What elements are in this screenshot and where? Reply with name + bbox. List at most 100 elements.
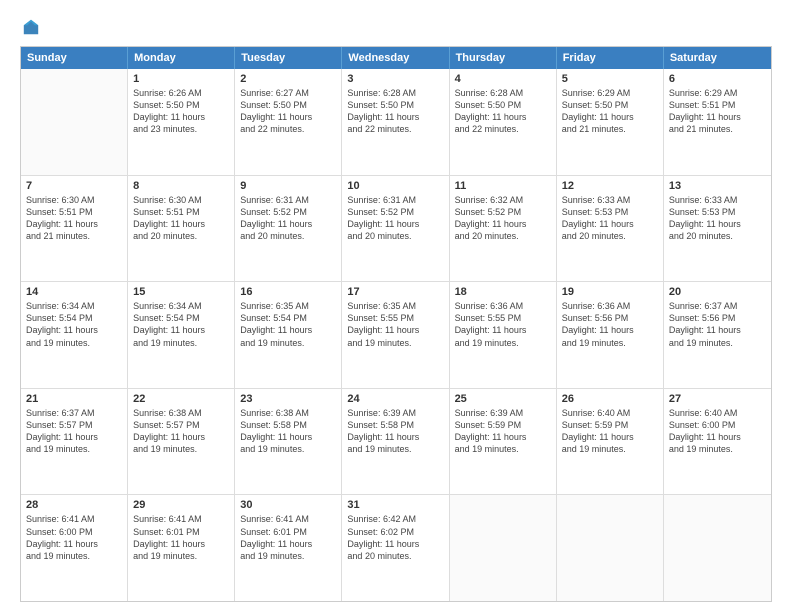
cal-cell-4-3: 31 Sunrise: 6:42 AM Sunset: 6:02 PM Dayli… xyxy=(342,495,449,601)
day-number: 30 xyxy=(240,499,336,511)
day-number: 3 xyxy=(347,73,443,85)
header-thursday: Thursday xyxy=(450,47,557,69)
cell-info: Sunrise: 6:41 AM Sunset: 6:00 PM Dayligh… xyxy=(26,513,122,562)
header-friday: Friday xyxy=(557,47,664,69)
day-number: 16 xyxy=(240,286,336,298)
cell-info: Sunrise: 6:31 AM Sunset: 5:52 PM Dayligh… xyxy=(240,194,336,243)
header-monday: Monday xyxy=(128,47,235,69)
day-number: 5 xyxy=(562,73,658,85)
cal-cell-4-1: 29Sunrise: 6:41 AM Sunset: 6:01 PM Dayli… xyxy=(128,495,235,601)
cal-cell-3-1: 22Sunrise: 6:38 AM Sunset: 5:57 PM Dayli… xyxy=(128,389,235,495)
cell-info: Sunrise: 6:28 AM Sunset: 5:50 PM Dayligh… xyxy=(347,87,443,136)
cal-cell-2-0: 14 Sunrise: 6:34 AM Sunset: 5:54 PM Dayli… xyxy=(21,282,128,388)
calendar-row-1: 7 Sunrise: 6:30 AM Sunset: 5:51 PM Daylig… xyxy=(21,176,771,283)
logo xyxy=(20,18,40,36)
day-number: 20 xyxy=(669,286,766,298)
cell-info: Sunrise: 6:42 AM Sunset: 6:02 PM Dayligh… xyxy=(347,513,443,562)
cell-info: Sunrise: 6:29 AM Sunset: 5:51 PM Dayligh… xyxy=(669,87,766,136)
day-number: 21 xyxy=(26,393,122,405)
cell-info: Sunrise: 6:35 AM Sunset: 5:54 PM Dayligh… xyxy=(240,300,336,349)
day-number: 7 xyxy=(26,180,122,192)
cal-cell-0-5: 5Sunrise: 6:29 AM Sunset: 5:50 PM Daylig… xyxy=(557,69,664,175)
cell-info: Sunrise: 6:34 AM Sunset: 5:54 PM Dayligh… xyxy=(133,300,229,349)
cal-cell-1-5: 12 Sunrise: 6:33 AM Sunset: 5:53 PM Dayli… xyxy=(557,176,664,282)
cal-cell-0-6: 6 Sunrise: 6:29 AM Sunset: 5:51 PM Daylig… xyxy=(664,69,771,175)
cal-cell-3-6: 27 Sunrise: 6:40 AM Sunset: 6:00 PM Dayli… xyxy=(664,389,771,495)
header-saturday: Saturday xyxy=(664,47,771,69)
calendar-row-3: 21 Sunrise: 6:37 AM Sunset: 5:57 PM Dayli… xyxy=(21,389,771,496)
day-number: 6 xyxy=(669,73,766,85)
cell-info: Sunrise: 6:30 AM Sunset: 5:51 PM Dayligh… xyxy=(26,194,122,243)
header-sunday: Sunday xyxy=(21,47,128,69)
day-number: 27 xyxy=(669,393,766,405)
calendar-row-0: 1Sunrise: 6:26 AM Sunset: 5:50 PM Daylig… xyxy=(21,69,771,176)
cal-cell-1-1: 8 Sunrise: 6:30 AM Sunset: 5:51 PM Daylig… xyxy=(128,176,235,282)
cal-cell-2-2: 16 Sunrise: 6:35 AM Sunset: 5:54 PM Dayli… xyxy=(235,282,342,388)
day-number: 12 xyxy=(562,180,658,192)
day-number: 13 xyxy=(669,180,766,192)
cal-cell-0-3: 3 Sunrise: 6:28 AM Sunset: 5:50 PM Daylig… xyxy=(342,69,449,175)
cal-cell-4-0: 28Sunrise: 6:41 AM Sunset: 6:00 PM Dayli… xyxy=(21,495,128,601)
cell-info: Sunrise: 6:40 AM Sunset: 6:00 PM Dayligh… xyxy=(669,407,766,456)
cal-cell-0-0 xyxy=(21,69,128,175)
cal-cell-1-0: 7 Sunrise: 6:30 AM Sunset: 5:51 PM Daylig… xyxy=(21,176,128,282)
day-number: 17 xyxy=(347,286,443,298)
day-number: 9 xyxy=(240,180,336,192)
cell-info: Sunrise: 6:26 AM Sunset: 5:50 PM Dayligh… xyxy=(133,87,229,136)
day-number: 14 xyxy=(26,286,122,298)
cal-cell-3-0: 21 Sunrise: 6:37 AM Sunset: 5:57 PM Dayli… xyxy=(21,389,128,495)
cell-info: Sunrise: 6:37 AM Sunset: 5:57 PM Dayligh… xyxy=(26,407,122,456)
cal-cell-1-4: 11 Sunrise: 6:32 AM Sunset: 5:52 PM Dayli… xyxy=(450,176,557,282)
cell-info: Sunrise: 6:32 AM Sunset: 5:52 PM Dayligh… xyxy=(455,194,551,243)
cell-info: Sunrise: 6:30 AM Sunset: 5:51 PM Dayligh… xyxy=(133,194,229,243)
cal-cell-1-2: 9 Sunrise: 6:31 AM Sunset: 5:52 PM Daylig… xyxy=(235,176,342,282)
header xyxy=(20,18,772,36)
day-number: 11 xyxy=(455,180,551,192)
calendar: Sunday Monday Tuesday Wednesday Thursday… xyxy=(20,46,772,602)
header-tuesday: Tuesday xyxy=(235,47,342,69)
day-number: 22 xyxy=(133,393,229,405)
cell-info: Sunrise: 6:40 AM Sunset: 5:59 PM Dayligh… xyxy=(562,407,658,456)
cal-cell-1-3: 10Sunrise: 6:31 AM Sunset: 5:52 PM Dayli… xyxy=(342,176,449,282)
day-number: 15 xyxy=(133,286,229,298)
day-number: 18 xyxy=(455,286,551,298)
calendar-row-2: 14 Sunrise: 6:34 AM Sunset: 5:54 PM Dayli… xyxy=(21,282,771,389)
calendar-body: 1Sunrise: 6:26 AM Sunset: 5:50 PM Daylig… xyxy=(21,69,771,601)
day-number: 19 xyxy=(562,286,658,298)
cell-info: Sunrise: 6:31 AM Sunset: 5:52 PM Dayligh… xyxy=(347,194,443,243)
day-number: 31 xyxy=(347,499,443,511)
cal-cell-2-3: 17Sunrise: 6:35 AM Sunset: 5:55 PM Dayli… xyxy=(342,282,449,388)
cell-info: Sunrise: 6:33 AM Sunset: 5:53 PM Dayligh… xyxy=(669,194,766,243)
day-number: 24 xyxy=(347,393,443,405)
day-number: 2 xyxy=(240,73,336,85)
cell-info: Sunrise: 6:37 AM Sunset: 5:56 PM Dayligh… xyxy=(669,300,766,349)
cal-cell-4-5 xyxy=(557,495,664,601)
page: Sunday Monday Tuesday Wednesday Thursday… xyxy=(0,0,792,612)
cell-info: Sunrise: 6:39 AM Sunset: 5:58 PM Dayligh… xyxy=(347,407,443,456)
cal-cell-0-4: 4 Sunrise: 6:28 AM Sunset: 5:50 PM Daylig… xyxy=(450,69,557,175)
cell-info: Sunrise: 6:41 AM Sunset: 6:01 PM Dayligh… xyxy=(240,513,336,562)
cell-info: Sunrise: 6:38 AM Sunset: 5:58 PM Dayligh… xyxy=(240,407,336,456)
cal-cell-2-4: 18 Sunrise: 6:36 AM Sunset: 5:55 PM Dayli… xyxy=(450,282,557,388)
header-wednesday: Wednesday xyxy=(342,47,449,69)
calendar-row-4: 28Sunrise: 6:41 AM Sunset: 6:00 PM Dayli… xyxy=(21,495,771,601)
cal-cell-0-1: 1Sunrise: 6:26 AM Sunset: 5:50 PM Daylig… xyxy=(128,69,235,175)
day-number: 4 xyxy=(455,73,551,85)
cell-info: Sunrise: 6:28 AM Sunset: 5:50 PM Dayligh… xyxy=(455,87,551,136)
cell-info: Sunrise: 6:36 AM Sunset: 5:55 PM Dayligh… xyxy=(455,300,551,349)
cal-cell-4-4 xyxy=(450,495,557,601)
cell-info: Sunrise: 6:34 AM Sunset: 5:54 PM Dayligh… xyxy=(26,300,122,349)
cell-info: Sunrise: 6:33 AM Sunset: 5:53 PM Dayligh… xyxy=(562,194,658,243)
cell-info: Sunrise: 6:27 AM Sunset: 5:50 PM Dayligh… xyxy=(240,87,336,136)
cell-info: Sunrise: 6:39 AM Sunset: 5:59 PM Dayligh… xyxy=(455,407,551,456)
logo-icon xyxy=(22,18,40,36)
day-number: 26 xyxy=(562,393,658,405)
cal-cell-3-2: 23Sunrise: 6:38 AM Sunset: 5:58 PM Dayli… xyxy=(235,389,342,495)
cal-cell-3-5: 26 Sunrise: 6:40 AM Sunset: 5:59 PM Dayli… xyxy=(557,389,664,495)
cal-cell-2-5: 19Sunrise: 6:36 AM Sunset: 5:56 PM Dayli… xyxy=(557,282,664,388)
cal-cell-2-1: 15 Sunrise: 6:34 AM Sunset: 5:54 PM Dayli… xyxy=(128,282,235,388)
day-number: 8 xyxy=(133,180,229,192)
cal-cell-1-6: 13 Sunrise: 6:33 AM Sunset: 5:53 PM Dayli… xyxy=(664,176,771,282)
day-number: 25 xyxy=(455,393,551,405)
cal-cell-3-4: 25 Sunrise: 6:39 AM Sunset: 5:59 PM Dayli… xyxy=(450,389,557,495)
